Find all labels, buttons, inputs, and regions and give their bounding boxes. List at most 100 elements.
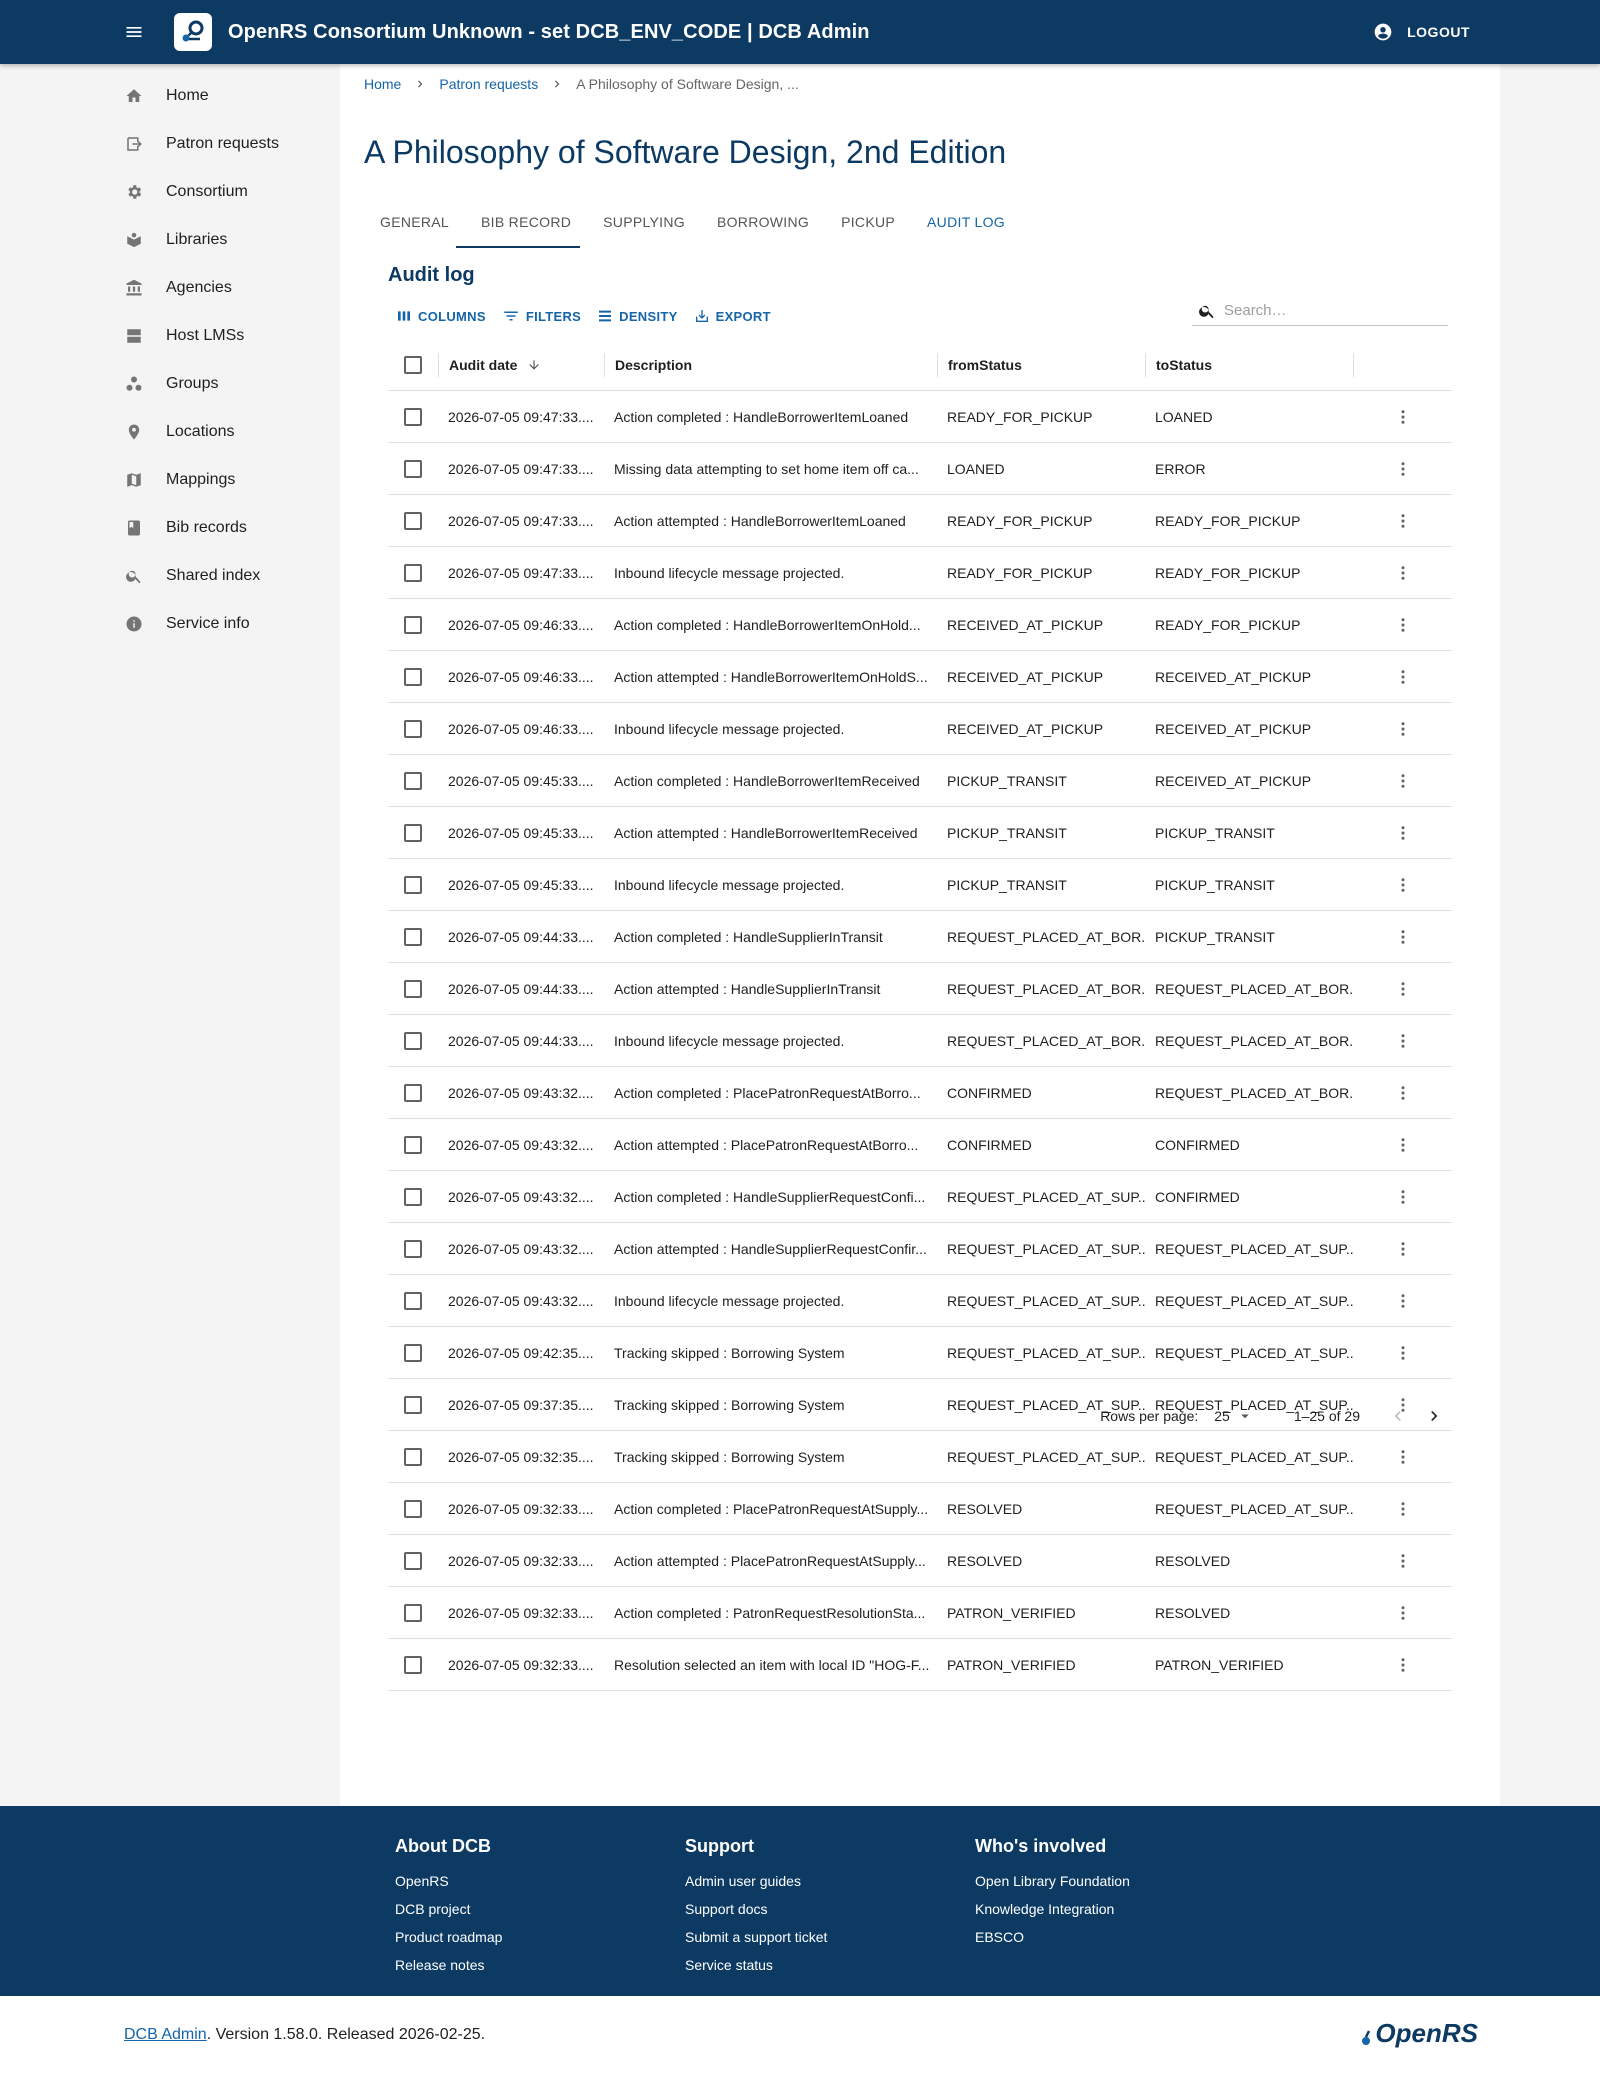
table-row[interactable]: 2026-07-05 09:43:32.... Action completed … [388, 1171, 1452, 1223]
row-actions-button[interactable] [1388, 1286, 1418, 1316]
row-checkbox[interactable] [404, 1187, 422, 1206]
footer-link-service-status[interactable]: Service status [685, 1951, 965, 1979]
rows-per-page-select[interactable]: 25 [1214, 1407, 1254, 1425]
row-actions-button[interactable] [1388, 870, 1418, 900]
filters-button[interactable]: FILTERS [494, 301, 589, 331]
footer-link-open-library-foundation[interactable]: Open Library Foundation [975, 1867, 1255, 1895]
sidebar-item-agencies[interactable]: Agencies [100, 264, 340, 312]
row-checkbox[interactable] [404, 1031, 422, 1050]
sidebar-item-locations[interactable]: Locations [100, 408, 340, 456]
row-actions-button[interactable] [1388, 818, 1418, 848]
tab-supplying[interactable]: SUPPLYING [587, 198, 701, 246]
row-actions-button[interactable] [1388, 1338, 1418, 1368]
menu-button[interactable] [116, 14, 152, 50]
row-actions-button[interactable] [1388, 1598, 1418, 1628]
row-actions-button[interactable] [1388, 922, 1418, 952]
row-actions-button[interactable] [1388, 454, 1418, 484]
row-checkbox[interactable] [404, 511, 422, 530]
row-actions-button[interactable] [1388, 974, 1418, 1004]
row-actions-button[interactable] [1388, 506, 1418, 536]
row-checkbox[interactable] [404, 927, 422, 946]
row-actions-button[interactable] [1388, 766, 1418, 796]
sidebar-item-consortium[interactable]: Consortium [100, 168, 340, 216]
row-checkbox[interactable] [404, 771, 422, 790]
row-checkbox[interactable] [404, 823, 422, 842]
sidebar-item-home[interactable]: Home [100, 72, 340, 120]
sidebar-item-host-lmss[interactable]: Host LMSs [100, 312, 340, 360]
row-actions-button[interactable] [1388, 1026, 1418, 1056]
next-page-button[interactable] [1416, 1398, 1452, 1434]
row-actions-button[interactable] [1388, 714, 1418, 744]
table-row[interactable]: 2026-07-05 09:47:33.... Action completed … [388, 391, 1452, 443]
breadcrumb-patron-requests[interactable]: Patron requests [439, 76, 538, 92]
footer-link-release-notes[interactable]: Release notes [395, 1951, 675, 1979]
sort-descending-icon[interactable] [527, 358, 541, 372]
table-row[interactable]: 2026-07-05 09:47:33.... Inbound lifecycle… [388, 547, 1452, 599]
row-checkbox[interactable] [404, 1499, 422, 1518]
row-checkbox[interactable] [404, 1447, 422, 1466]
table-row[interactable]: 2026-07-05 09:46:33.... Action attempted … [388, 651, 1452, 703]
table-row[interactable]: 2026-07-05 09:46:33.... Inbound lifecycle… [388, 703, 1452, 755]
tab-general[interactable]: GENERAL [364, 198, 465, 246]
row-checkbox[interactable] [404, 459, 422, 478]
sidebar-item-groups[interactable]: Groups [100, 360, 340, 408]
column-header-from-status[interactable]: fromStatus [937, 352, 1145, 377]
logout-button[interactable]: LOGOUT [1373, 14, 1470, 50]
sidebar-item-patron-requests[interactable]: Patron requests [100, 120, 340, 168]
table-row[interactable]: 2026-07-05 09:46:33.... Action completed … [388, 599, 1452, 651]
export-button[interactable]: EXPORT [686, 301, 779, 331]
row-actions-button[interactable] [1388, 1494, 1418, 1524]
row-actions-button[interactable] [1388, 610, 1418, 640]
previous-page-button[interactable] [1380, 1398, 1416, 1434]
table-row[interactable]: 2026-07-05 09:32:33.... Action attempted … [388, 1535, 1452, 1587]
row-checkbox[interactable] [404, 615, 422, 634]
sidebar-item-mappings[interactable]: Mappings [100, 456, 340, 504]
sidebar-item-libraries[interactable]: Libraries [100, 216, 340, 264]
table-row[interactable]: 2026-07-05 09:43:32.... Action attempted … [388, 1223, 1452, 1275]
row-checkbox[interactable] [404, 1603, 422, 1622]
select-all-checkbox[interactable] [404, 355, 422, 374]
row-checkbox[interactable] [404, 1551, 422, 1570]
row-checkbox[interactable] [404, 563, 422, 582]
footer-link-admin-user-guides[interactable]: Admin user guides [685, 1867, 965, 1895]
row-actions-button[interactable] [1388, 1182, 1418, 1212]
table-row[interactable]: 2026-07-05 09:45:33.... Inbound lifecycle… [388, 859, 1452, 911]
row-actions-button[interactable] [1388, 402, 1418, 432]
row-actions-button[interactable] [1388, 1130, 1418, 1160]
table-row[interactable]: 2026-07-05 09:47:33.... Missing data atte… [388, 443, 1452, 495]
footer-link-knowledge-integration[interactable]: Knowledge Integration [975, 1895, 1255, 1923]
footer-link-dcb-project[interactable]: DCB project [395, 1895, 675, 1923]
table-row[interactable]: 2026-07-05 09:32:33.... Action completed … [388, 1587, 1452, 1639]
table-row[interactable]: 2026-07-05 09:43:32.... Action attempted … [388, 1119, 1452, 1171]
columns-button[interactable]: COLUMNS [388, 301, 494, 331]
row-checkbox[interactable] [404, 667, 422, 686]
sidebar-item-bib-records[interactable]: Bib records [100, 504, 340, 552]
row-checkbox[interactable] [404, 979, 422, 998]
search-input[interactable] [1224, 302, 1434, 319]
table-row[interactable]: 2026-07-05 09:43:32.... Action completed … [388, 1067, 1452, 1119]
dcb-admin-link[interactable]: DCB Admin [124, 2026, 207, 2043]
row-actions-button[interactable] [1388, 1078, 1418, 1108]
table-row[interactable]: 2026-07-05 09:44:33.... Action attempted … [388, 963, 1452, 1015]
openrs-brand-logo[interactable]: OpenRS [1359, 2018, 1478, 2049]
sidebar-item-service-info[interactable]: Service info [100, 600, 340, 648]
column-header-description[interactable]: Description [604, 352, 937, 377]
table-row[interactable]: 2026-07-05 09:45:33.... Action attempted … [388, 807, 1452, 859]
tab-bib-record[interactable]: BIB RECORD [465, 198, 587, 246]
table-row[interactable]: 2026-07-05 09:43:32.... Inbound lifecycle… [388, 1275, 1452, 1327]
density-button[interactable]: DENSITY [589, 301, 685, 331]
footer-link-support-docs[interactable]: Support docs [685, 1895, 965, 1923]
table-row[interactable]: 2026-07-05 09:44:33.... Inbound lifecycle… [388, 1015, 1452, 1067]
row-checkbox[interactable] [404, 875, 422, 894]
row-checkbox[interactable] [404, 1135, 422, 1154]
row-checkbox[interactable] [404, 1655, 422, 1674]
footer-link-openrs[interactable]: OpenRS [395, 1867, 675, 1895]
row-checkbox[interactable] [404, 1083, 422, 1102]
column-header-audit-date[interactable]: Audit date [438, 352, 604, 377]
row-actions-button[interactable] [1388, 1650, 1418, 1680]
table-row[interactable]: 2026-07-05 09:45:33.... Action completed … [388, 755, 1452, 807]
table-row[interactable]: 2026-07-05 09:44:33.... Action completed … [388, 911, 1452, 963]
table-row[interactable]: 2026-07-05 09:42:35.... Tracking skipped … [388, 1327, 1452, 1379]
tab-audit-log[interactable]: AUDIT LOG [911, 198, 1021, 246]
row-actions-button[interactable] [1388, 558, 1418, 588]
